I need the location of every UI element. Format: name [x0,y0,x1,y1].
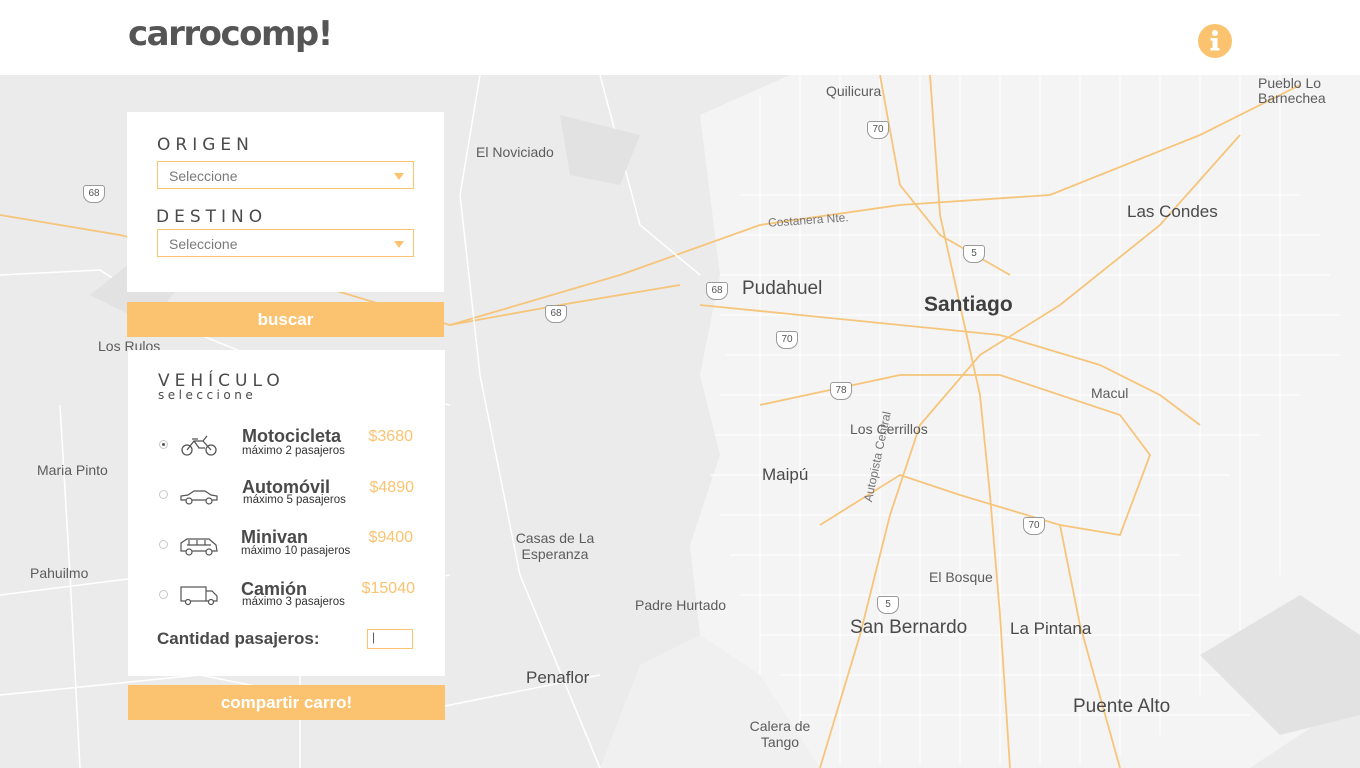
route-shield: 68 [545,305,567,323]
place-label: Penaflor [526,668,590,687]
vehicle-price: $3680 [368,428,414,445]
passenger-quantity-input[interactable]: | [367,629,413,649]
info-glyph [1210,30,1220,51]
vehicle-option-car[interactable]: Automóvil máximo 5 pasajeros $4890 [128,477,445,517]
destination-select[interactable]: Seleccione [157,229,414,257]
vehicle-option-minivan[interactable]: Minivan máximo 10 pasajeros $9400 [128,527,445,567]
vehicle-radio[interactable] [159,440,168,449]
vehicle-subtitle: seleccione [158,388,257,402]
vehicle-option-truck[interactable]: Camión máximo 3 pasajeros $15040 [128,578,445,618]
place-label: Puente Alto [1073,696,1171,717]
vehicle-option-motorcycle[interactable]: Motocicleta máximo 2 pasajeros $3680 [128,426,445,466]
origin-select[interactable]: Seleccione [157,161,414,189]
truck-icon [180,586,218,606]
vehicle-radio[interactable] [159,540,168,549]
vehicle-capacity: máximo 3 pasajeros [242,596,345,608]
vehicle-capacity: máximo 5 pasajeros [243,494,346,506]
place-label: Pudahuel [742,278,823,299]
top-bar: carrocomp! [0,0,1360,75]
vehicle-panel: VEHÍCULO seleccione Motocicleta máximo 2… [128,350,445,676]
route-shield: 70 [867,121,889,139]
info-icon[interactable] [1198,24,1232,58]
route-shield: 5 [877,596,899,614]
minivan-icon [180,538,218,556]
place-label: Pahuilmo [30,565,89,581]
place-label: El Noviciado [476,144,554,160]
route-shield: 70 [1023,517,1045,535]
search-button[interactable]: buscar [127,302,444,337]
vehicle-name: Motocicleta [242,426,342,446]
vehicle-radio[interactable] [159,490,168,499]
route-shield: 5 [963,245,985,263]
place-label: Maipú [762,465,809,484]
place-label: Macul [1091,385,1129,401]
route-shield: 68 [83,185,105,203]
vehicle-radio[interactable] [159,590,168,599]
origin-title: ORIGEN [157,135,254,155]
motorcycle-icon [181,435,217,456]
place-label: El Bosque [929,569,993,585]
origin-select-value: Seleccione [169,168,238,184]
place-label: Padre Hurtado [635,597,727,613]
vehicle-price: $4890 [369,479,415,496]
route-shield: 70 [776,331,798,349]
place-label: San Bernardo [850,617,968,638]
vehicle-price: $9400 [368,529,414,546]
vehicle-capacity: máximo 10 pasajeros [241,545,351,557]
place-label: Las Condes [1127,202,1218,221]
vehicle-capacity: máximo 2 pasajeros [242,445,345,457]
chevron-down-icon [394,241,404,248]
place-label: Quilicura [826,83,882,99]
app-logo[interactable]: carrocomp! [128,14,333,54]
place-label: Maria Pinto [37,462,108,478]
passenger-quantity-label: Cantidad pasajeros: [157,629,320,648]
place-label: La Pintana [1010,619,1092,638]
vehicle-price: $15040 [361,580,415,597]
destination-select-value: Seleccione [169,236,238,252]
place-label: Casas de La Esperanza [515,530,595,562]
share-car-button[interactable]: compartir carro! [128,685,445,720]
place-label: Pueblo Lo Barnechea [1258,75,1326,106]
route-shield: 78 [830,382,852,400]
place-label: Santiago [924,293,1013,316]
route-panel: ORIGEN Seleccione DESTINO Seleccione [127,112,444,292]
place-label: Calera de Tango [749,718,811,750]
route-shield: 68 [706,282,728,300]
chevron-down-icon [394,173,404,180]
destination-title: DESTINO [156,207,268,227]
car-icon [180,490,218,505]
